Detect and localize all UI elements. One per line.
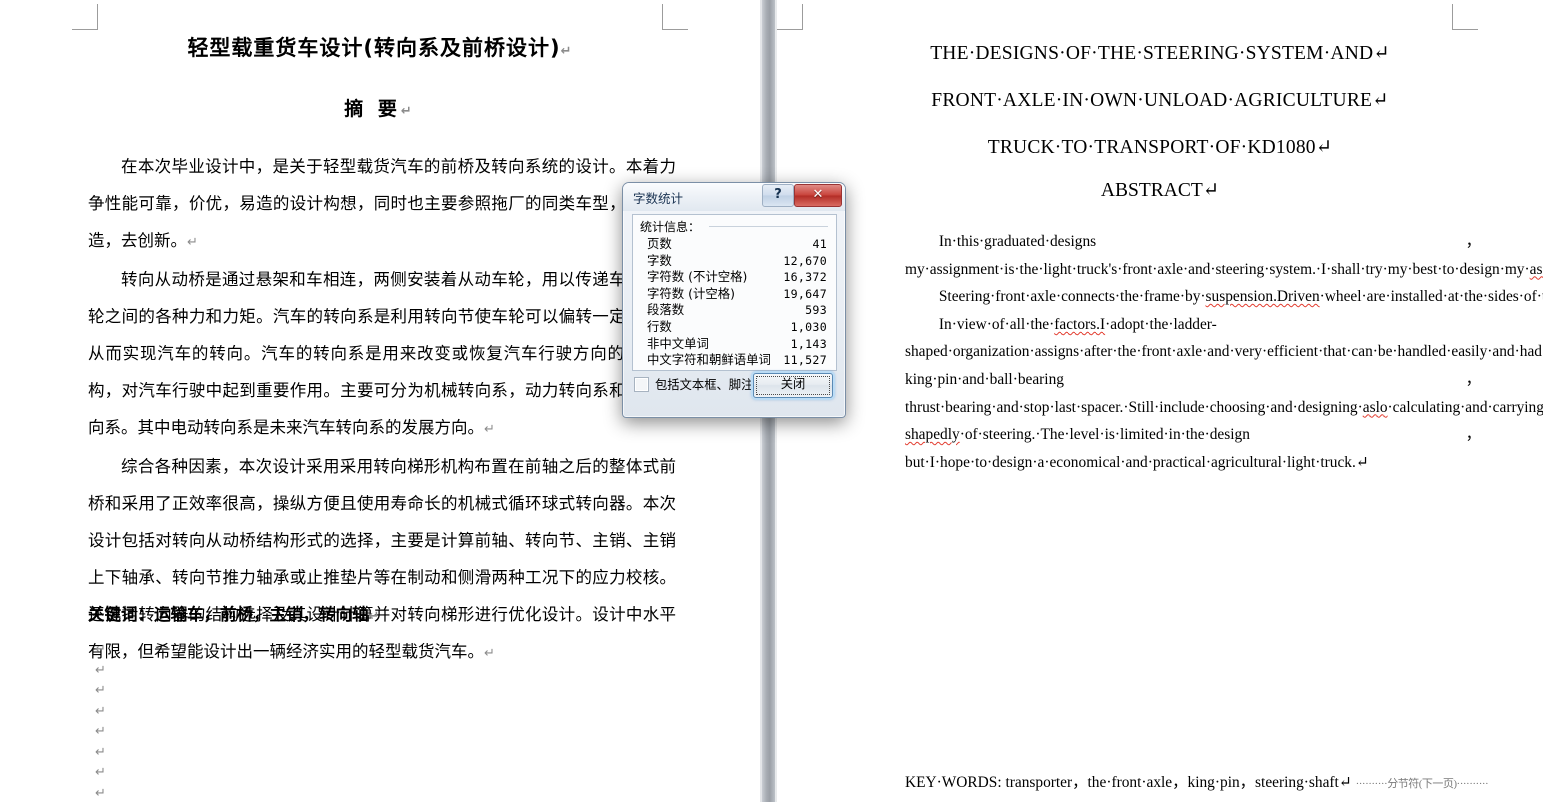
table-row: 非中文单词 1,143 [647, 336, 827, 353]
table-row: 字数 12,670 [647, 253, 827, 270]
page-title-chinese: 轻型载重货车设计(转向系及前桥设计)↵ [187, 36, 573, 60]
table-row: 中文字符和朝鲜语单词 11,527 [647, 352, 827, 369]
stat-label: 字数 [647, 252, 672, 268]
pilcrow-icon: ↵ [95, 662, 106, 678]
pilcrow-icon: ↵ [484, 422, 495, 437]
stat-label: 中文字符和朝鲜语单词 [647, 352, 771, 368]
statistics-group-box: 统计信息： 页数 41 字数 12,670 字符数 (不计空格) 16,372 字符数… [632, 214, 837, 371]
stat-value: 11,527 [783, 353, 827, 368]
paragraph: 在本次毕业设计中，是关于轻型载货汽车的前桥及转向系统的设计。本着力争性能可靠，价… [88, 157, 676, 250]
table-row: 字符数 (不计空格) 16,372 [647, 269, 827, 286]
stat-label: 行数 [647, 318, 672, 334]
keywords-line-chinese: 关键词：运输车，前桥，主销，转向轴↵ [88, 600, 688, 632]
table-row: 行数 1,030 [647, 319, 827, 336]
list-item: ↵ [95, 782, 295, 802]
misspelled-word: suspension.Driven [1205, 288, 1320, 306]
pilcrow-icon: ↵ [95, 765, 106, 780]
list-item: ↵ [95, 700, 295, 721]
abstract-body-english: In·this·graduated·designs，my·assignment·… [905, 228, 1543, 477]
section-break-label: 分节符(下一页) [1387, 778, 1457, 790]
misspelled-word: ladder-shapedly [905, 426, 960, 444]
list-item: ↵ [95, 679, 295, 700]
table-row: 字符数 (计空格) 19,647 [647, 286, 827, 303]
paragraph: Steering·front·axle·connects·the·frame·b… [938, 288, 1543, 306]
title-line: FRONT·AXLE·IN·OWN·UNLOAD·AGRICULTURE↵ [931, 90, 1389, 111]
stat-value: 1,030 [790, 319, 827, 334]
stat-value: 12,670 [783, 253, 827, 268]
abstract-heading-chinese: 摘 要↵ [344, 98, 416, 120]
page-right: THE·DESIGNS·OF·THE·STEERING·SYSTEM·AND↵ … [777, 0, 1543, 802]
empty-paragraph-list: ↵ ↵ ↵ ↵ ↵ ↵ ↵ ↵ [95, 638, 295, 802]
close-dialog-button-label: 关闭 [780, 377, 806, 391]
pilcrow-icon: ↵ [560, 44, 573, 59]
close-dialog-button[interactable]: 关闭 [753, 373, 833, 398]
paragraph: In·this·graduated·designs，my·assignment·… [905, 228, 1543, 283]
table-row: 段落数 593 [647, 302, 827, 319]
checkbox-icon[interactable] [634, 376, 649, 392]
close-window-button[interactable]: ✕ [794, 184, 842, 207]
stat-value: 16,372 [783, 270, 827, 285]
abstract-body-chinese: 在本次毕业设计中，是关于轻型载货汽车的前桥及转向系统的设计。本着力争性能可靠，价… [88, 148, 676, 672]
pilcrow-icon: ↵ [95, 642, 106, 657]
word-count-dialog[interactable]: 字数统计 ? ✕ 统计信息： 页数 41 字数 12,670 字符数 (不计空格) 1… [622, 182, 846, 418]
pilcrow-icon: ↵ [95, 703, 106, 719]
stat-value: 41 [812, 237, 827, 251]
pilcrow-icon: ↵ [95, 744, 106, 760]
title-line: THE·DESIGNS·OF·THE·STEERING·SYSTEM·AND↵ [930, 43, 1390, 64]
word-document-print-preview: 轻型载重货车设计(转向系及前桥设计)↵ 摘 要↵ 在本次毕业设计中，是关于轻型载… [0, 0, 1543, 802]
list-item: ↵ [95, 659, 295, 680]
stat-label: 页数 [647, 236, 672, 251]
crop-mark-top-left [777, 4, 803, 30]
stat-value: 593 [805, 303, 827, 318]
list-item: ↵ [95, 720, 295, 741]
dialog-title: 字数统计 [633, 191, 684, 206]
pilcrow-icon: ↵ [95, 724, 106, 739]
help-button[interactable]: ? [762, 184, 794, 207]
table-row: 页数 41 [647, 236, 827, 253]
dialog-title-bar[interactable]: 字数统计 ? ✕ [623, 183, 845, 211]
keywords-line-english: KEY·WORDS: transporter，the·front·axle，ki… [905, 770, 1543, 792]
misspelled-word: factors.I [1054, 315, 1106, 333]
section-break-dots-right: ·········· [1456, 778, 1489, 790]
paragraph: 转向从动桥是通过悬架和车相连，两侧安装着从动车轮，用以传递车架和车轮之间的各种力… [88, 270, 676, 437]
pilcrow-icon: ↵ [95, 785, 106, 801]
list-item: ↵ [95, 761, 295, 782]
paragraph: In·view·of·all·the·factors.I·adopt·the·l… [905, 311, 1543, 477]
crop-mark-top-left [72, 4, 98, 30]
stat-label: 字符数 (计空格) [647, 285, 735, 301]
list-item: ↵ [95, 638, 295, 659]
pilcrow-icon: ↵ [368, 609, 380, 624]
misspelled-word: assignment.I [1529, 260, 1543, 278]
misspelled-word: aslo [1362, 398, 1388, 416]
list-item: ↵ [95, 741, 295, 762]
title-line: TRUCK·TO·TRANSPORT·OF·KD1080↵ [987, 137, 1333, 158]
statistics-group-label: 统计信息： [640, 218, 705, 235]
pilcrow-icon: ↵ [95, 683, 106, 698]
pilcrow-icon: ↵ [484, 646, 495, 661]
stat-label: 段落数 [647, 302, 685, 318]
keywords-value: KEY·WORDS: transporter，the·front·axle，ki… [905, 774, 1352, 791]
section-break-dots-left: ·········· [1355, 778, 1388, 790]
group-separator [709, 226, 828, 227]
crop-mark-top-right [1452, 4, 1478, 30]
statistics-rows: 页数 41 字数 12,670 字符数 (不计空格) 16,372 字符数 (计空格)… [647, 236, 827, 369]
keywords-value: 运输车，前桥，主销，转向轴 [154, 605, 369, 624]
stat-label: 非中文单词 [647, 335, 709, 351]
pilcrow-icon: ↵ [187, 235, 198, 250]
pilcrow-icon: ↵ [400, 104, 416, 119]
stat-label: 字符数 (不计空格) [647, 269, 748, 285]
stat-value: 19,647 [783, 286, 827, 301]
abstract-heading-english: ABSTRACT↵ [1100, 180, 1220, 201]
keywords-label: 关键词： [88, 605, 154, 624]
crop-mark-top-right [662, 4, 688, 30]
stat-value: 1,143 [790, 336, 827, 351]
page-title-english: THE·DESIGNS·OF·THE·STEERING·SYSTEM·AND↵ … [777, 30, 1543, 171]
